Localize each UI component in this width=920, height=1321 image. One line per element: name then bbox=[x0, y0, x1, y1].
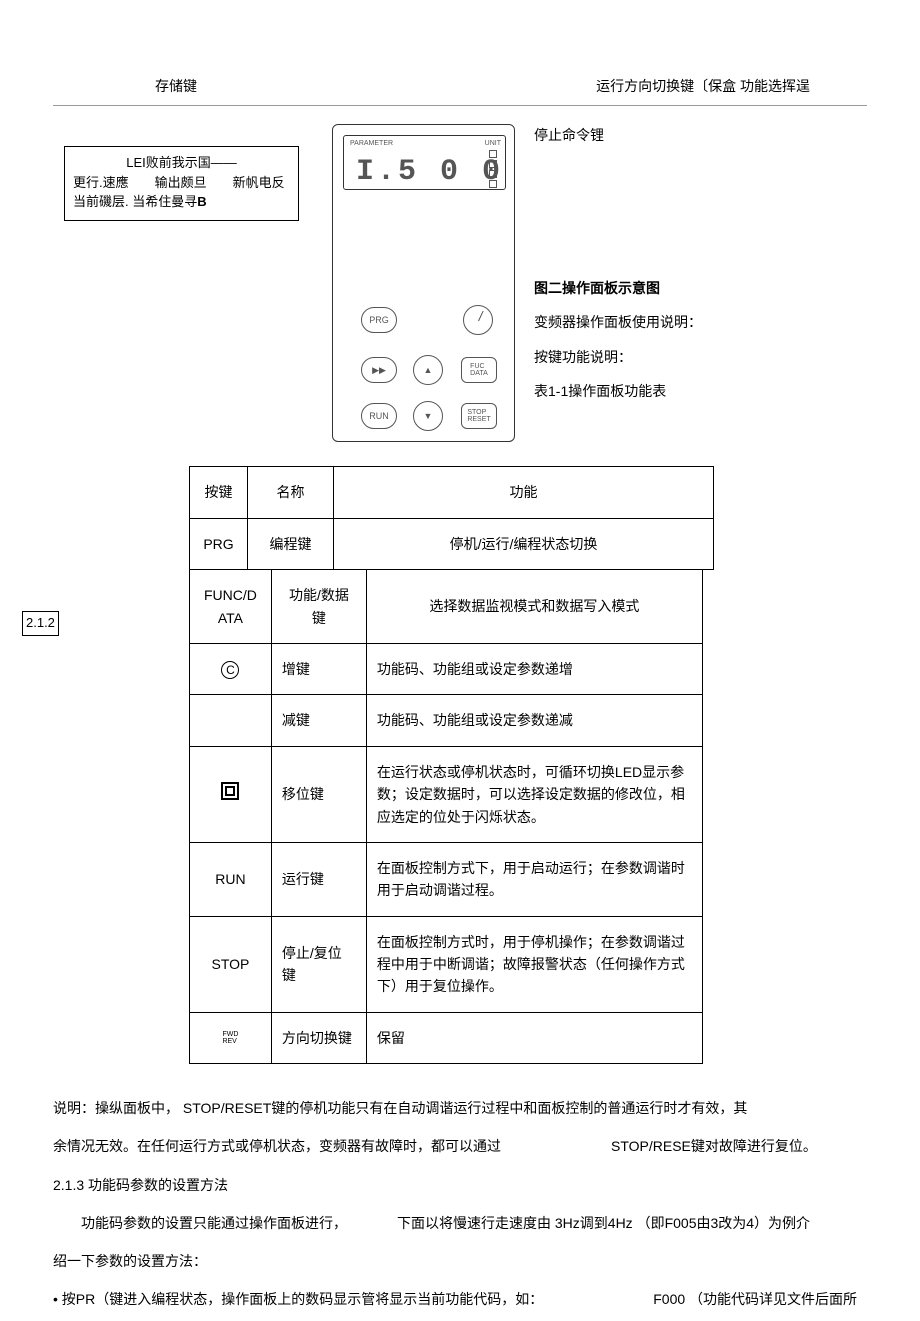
t2-r0c3: 选择数据监视模式和数据写入模式 bbox=[366, 570, 702, 644]
led-row3-bold: B bbox=[197, 194, 206, 209]
note-key-desc: 按键功能说明： bbox=[534, 346, 702, 368]
t2-r2c1 bbox=[189, 695, 271, 746]
t1-r1c1: PRG bbox=[190, 518, 248, 569]
t2-r4c3: 在面板控制方式下，用于启动运行；在参数调谐时用于启动调谐过程。 bbox=[366, 842, 702, 916]
t1-h2: 名称 bbox=[248, 467, 334, 518]
t1-r1c3: 停机/运行/编程状态切换 bbox=[334, 518, 714, 569]
inverter-panel-illustration: PARAMETER UNIT I.5 0 0 PRG ▶▶ ▲ FUC DATA… bbox=[332, 124, 515, 442]
para-2: 余情况无效。在任何运行方式或停机状态，变频器有故障时，都可以通过 STOP/RES… bbox=[53, 1130, 867, 1162]
led-row3: 当前磯层. 当希住曼寻B bbox=[73, 192, 290, 212]
p2a: 余情况无效。在任何运行方式或停机状态，变频器有故障时，都可以通过 bbox=[53, 1138, 501, 1154]
p1b: STOP/RESET键的停机功能只有在自动调谐运行过程中和面板控制的普通运行时才… bbox=[183, 1100, 747, 1116]
para-5: 绍一下参数的设置方法： bbox=[53, 1245, 867, 1277]
fwd-label: FWD bbox=[222, 1031, 238, 1038]
panel-knob-icon bbox=[463, 305, 493, 335]
header-divider bbox=[53, 105, 867, 106]
t2-r5c2: 停止/复位 键 bbox=[271, 916, 366, 1012]
led-row2: 更行.速應 输出颇旦 新帆电反 bbox=[73, 173, 290, 193]
t1-h1: 按键 bbox=[190, 467, 248, 518]
p4c: 3Hz调到4Hz （即F005由3改为4）为例介 bbox=[555, 1215, 810, 1231]
t2-r1c1: C bbox=[189, 643, 271, 694]
header-right-label: 运行方向切换键〔保盒 功能选挥逞 bbox=[596, 75, 810, 97]
para-3: 2.1.3 功能码参数的设置方法 bbox=[53, 1169, 867, 1201]
fwd-rev-icon: FWDREV bbox=[222, 1031, 238, 1045]
t2-r3c3c: 数；设定数据时，可以选择设定数据的修改位，相应选定的位处于闪烁状态。 bbox=[377, 786, 685, 824]
screen-digits: I.5 0 0 bbox=[356, 148, 503, 196]
t2-r6c1: FWDREV bbox=[189, 1012, 271, 1063]
panel-screen: PARAMETER UNIT I.5 0 0 bbox=[343, 135, 506, 190]
t2-r3c1 bbox=[189, 746, 271, 842]
panel-prg-button-icon: PRG bbox=[361, 307, 397, 333]
para-6: • 按PR（键进入编程状态，操作面板上的数码显示管将显示当前功能代码，如： F00… bbox=[53, 1283, 867, 1315]
p6a: • 按PR（键进入编程状态，操作面板上的数码显示管将显示当前功能代码，如： bbox=[53, 1291, 543, 1307]
panel-stop-reset-button-icon: STOP RESET bbox=[461, 403, 497, 429]
key-function-table-header: 按键 名称 功能 PRG 编程键 停机/运行/编程状态切换 bbox=[189, 466, 714, 570]
t2-r3c3b: LED显示参 bbox=[615, 764, 684, 780]
t2-r0c2: 功能/数据 键 bbox=[271, 570, 366, 644]
t2-r2c2: 减键 bbox=[271, 695, 366, 746]
t2-r6c2: 方向切换键 bbox=[271, 1012, 366, 1063]
p4a: 功能码参数的设置只能通过操作面板进行， bbox=[81, 1215, 347, 1231]
p6b: F000 （功能代码详见文件后面所 bbox=[653, 1291, 857, 1307]
t2-r1c3: 功能码、功能组或设定参数递增 bbox=[366, 643, 702, 694]
t2-r4c2: 运行键 bbox=[271, 842, 366, 916]
para-4: 功能码参数的设置只能通过操作面板进行， 下面以将慢速行走速度由 3Hz调到4Hz … bbox=[53, 1207, 867, 1239]
led-row1: LEI败前我示国—— bbox=[73, 153, 290, 173]
figure-caption: 图二操作面板示意图 bbox=[534, 277, 702, 299]
t2-r3c3: 在运行状态或停机状态时，可循环切换LED显示参数；设定数据时，可以选择设定数据的… bbox=[366, 746, 702, 842]
increment-icon: C bbox=[221, 661, 239, 679]
t1-h3: 功能 bbox=[334, 467, 714, 518]
panel-run-button-icon: RUN bbox=[361, 403, 397, 429]
key-function-table-body: FUNC/D ATA 功能/数据 键 选择数据监视模式和数据写入模式 C 增键 … bbox=[189, 569, 703, 1064]
t2-r5c1: STOP bbox=[189, 916, 271, 1012]
note-usage: 变频器操作面板使用说明： bbox=[534, 311, 702, 333]
p1a: 说明：操纵面板中， bbox=[53, 1100, 179, 1116]
section-2-1-2-label: 2.1.2 bbox=[22, 611, 59, 636]
t1-r1c2: 编程键 bbox=[248, 518, 334, 569]
t2-r1c2: 增键 bbox=[271, 643, 366, 694]
t2-r4c1: RUN bbox=[189, 842, 271, 916]
rev-label: REV bbox=[222, 1038, 236, 1045]
note-stop-cmd: 停止命令锂 bbox=[534, 124, 702, 146]
panel-shift-button-icon: ▶▶ bbox=[361, 357, 397, 383]
t2-r0c1: FUNC/D ATA bbox=[189, 570, 271, 644]
t2-r3c2: 移位键 bbox=[271, 746, 366, 842]
p4b: 下面以将慢速行走速度由 bbox=[397, 1215, 551, 1231]
mid-diagram-area: LEI败前我示国—— 更行.速應 输出颇旦 新帆电反 当前磯层. 当希住曼寻B … bbox=[0, 124, 920, 464]
header-left-label: 存储键 bbox=[155, 75, 197, 97]
table-caption: 表1-1操作面板功能表 bbox=[534, 380, 702, 402]
panel-fuc-data-button-icon: FUC DATA bbox=[461, 357, 497, 383]
right-side-notes: 停止命令锂 图二操作面板示意图 变频器操作面板使用说明： 按键功能说明： 表1-… bbox=[534, 124, 702, 414]
body-paragraphs: 说明：操纵面板中， STOP/RESET键的停机功能只有在自动调谐运行过程中和面… bbox=[0, 1092, 920, 1315]
t2-r5c3: 在面板控制方式时，用于停机操作；在参数调谐过程中用于中断调谐；故障报警状态（任何… bbox=[366, 916, 702, 1012]
p2b: STOP/RESE键对故障进行复位。 bbox=[611, 1138, 817, 1154]
panel-down-button-icon: ▼ bbox=[413, 401, 443, 431]
led-annotation-box: LEI败前我示国—— 更行.速應 输出颇旦 新帆电反 当前磯层. 当希住曼寻B bbox=[64, 146, 299, 221]
t2-r6c3: 保留 bbox=[366, 1012, 702, 1063]
t2-r3c3a: 在运行状态或停机状态时，可循环切换 bbox=[377, 764, 615, 780]
led-row3-prefix: 当前磯层. 当希住曼寻 bbox=[73, 194, 197, 209]
t2-r2c3: 功能码、功能组或设定参数递减 bbox=[366, 695, 702, 746]
unit-indicator-boxes bbox=[489, 150, 501, 188]
para-1: 说明：操纵面板中， STOP/RESET键的停机功能只有在自动调谐运行过程中和面… bbox=[53, 1092, 867, 1124]
shift-key-icon bbox=[221, 782, 239, 800]
panel-up-button-icon: ▲ bbox=[413, 355, 443, 385]
